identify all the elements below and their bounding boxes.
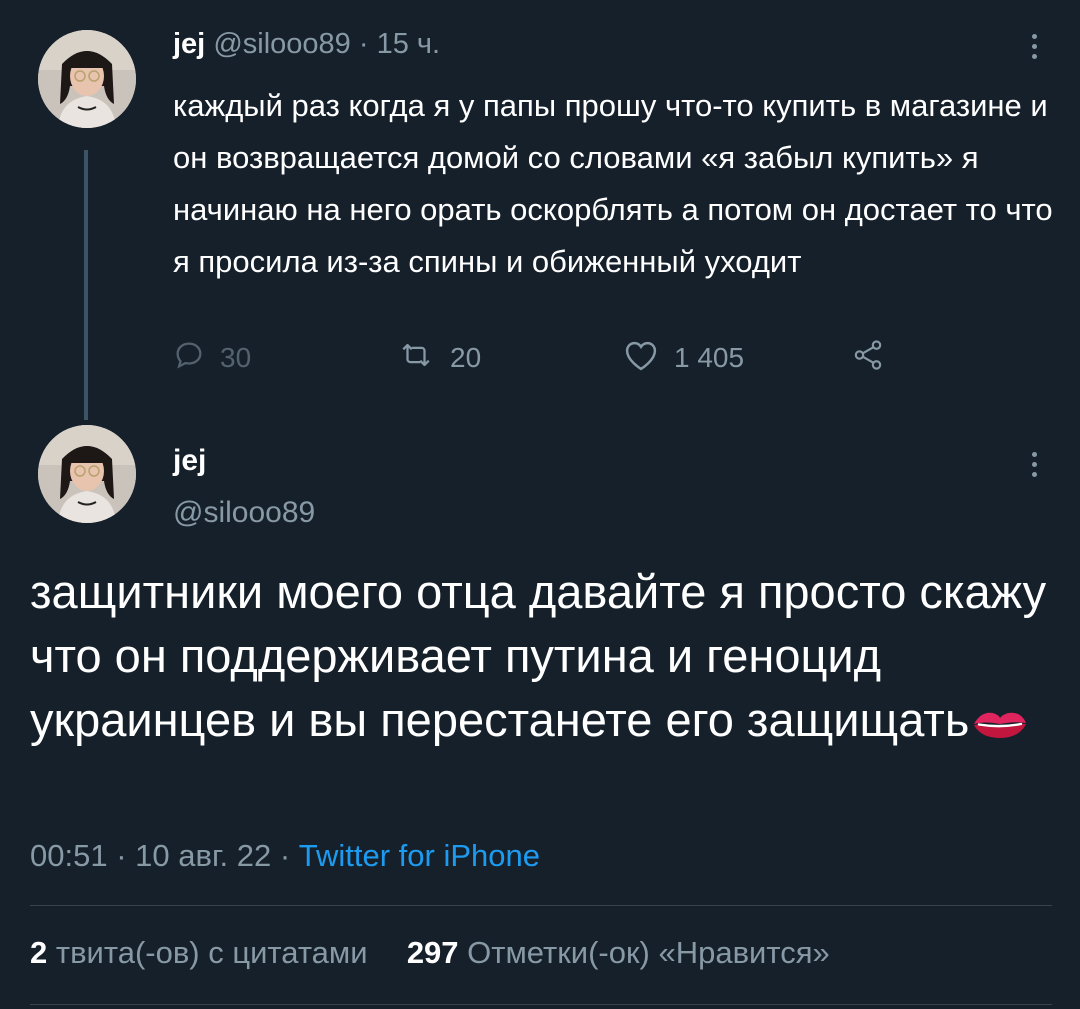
retweet-button[interactable]: 20 — [396, 338, 481, 379]
divider-top — [30, 905, 1052, 906]
reply-text: каждый раз когда я у папы прошу что-то к… — [173, 88, 1053, 279]
main-author-name[interactable]: jej — [173, 444, 206, 478]
main-more-icon[interactable] — [1022, 446, 1046, 482]
heart-icon — [622, 338, 660, 379]
reply-author-handle[interactable]: @silooo89 — [213, 28, 350, 60]
retweet-count: 20 — [450, 342, 482, 373]
reply-count: 30 — [220, 342, 252, 373]
reply-avatar[interactable] — [38, 30, 136, 128]
tweet-time[interactable]: 00:51 — [30, 838, 108, 873]
likes-label: Отметки(-ок) «Нравится» — [467, 935, 830, 970]
quotes-stat[interactable]: 2 твита(-ов) с цитатами — [30, 935, 368, 970]
meta-separator-2: · — [279, 838, 291, 873]
tweet-date[interactable]: 10 авг. 22 — [135, 838, 271, 873]
tweet-source-link[interactable]: Twitter for iPhone — [299, 838, 540, 873]
reply-button[interactable]: 30 — [172, 338, 251, 379]
reply-separator: · — [358, 28, 369, 60]
reply-author-name[interactable]: jej — [173, 28, 205, 60]
reply-time[interactable]: 15 ч. — [377, 28, 440, 60]
quotes-label: твита(-ов) с цитатами — [55, 935, 368, 970]
divider-bottom — [30, 1004, 1052, 1005]
reply-actions: 30 20 1 405 — [0, 336, 1080, 380]
like-button[interactable]: 1 405 — [622, 338, 744, 379]
reply-header: jej @silooo89 · 15 ч. — [173, 26, 440, 62]
reply-icon — [172, 338, 206, 379]
share-button[interactable] — [850, 338, 886, 379]
main-tweet-body: защитники моего отца давайте я просто ск… — [30, 565, 1047, 746]
meta-separator: · — [116, 838, 127, 873]
main-avatar[interactable] — [38, 425, 136, 523]
main-author-handle[interactable]: @silooo89 — [173, 496, 315, 530]
reply-more-icon[interactable] — [1022, 28, 1046, 64]
retweet-icon — [396, 338, 436, 379]
likes-count: 297 — [406, 935, 459, 970]
share-icon — [850, 338, 886, 379]
tweet-stats: 2 твита(-ов) с цитатами 297 Отметки(-ок)… — [30, 935, 830, 971]
kiss-mark-icon — [971, 694, 1029, 758]
main-tweet-text: защитники моего отца давайте я просто ск… — [30, 560, 1050, 758]
quotes-count: 2 — [30, 935, 48, 970]
tweet-meta: 00:51 · 10 авг. 22 · Twitter for iPhone — [30, 838, 540, 874]
likes-stat[interactable]: 297 Отметки(-ок) «Нравится» — [407, 935, 830, 970]
like-count: 1 405 — [674, 342, 745, 373]
